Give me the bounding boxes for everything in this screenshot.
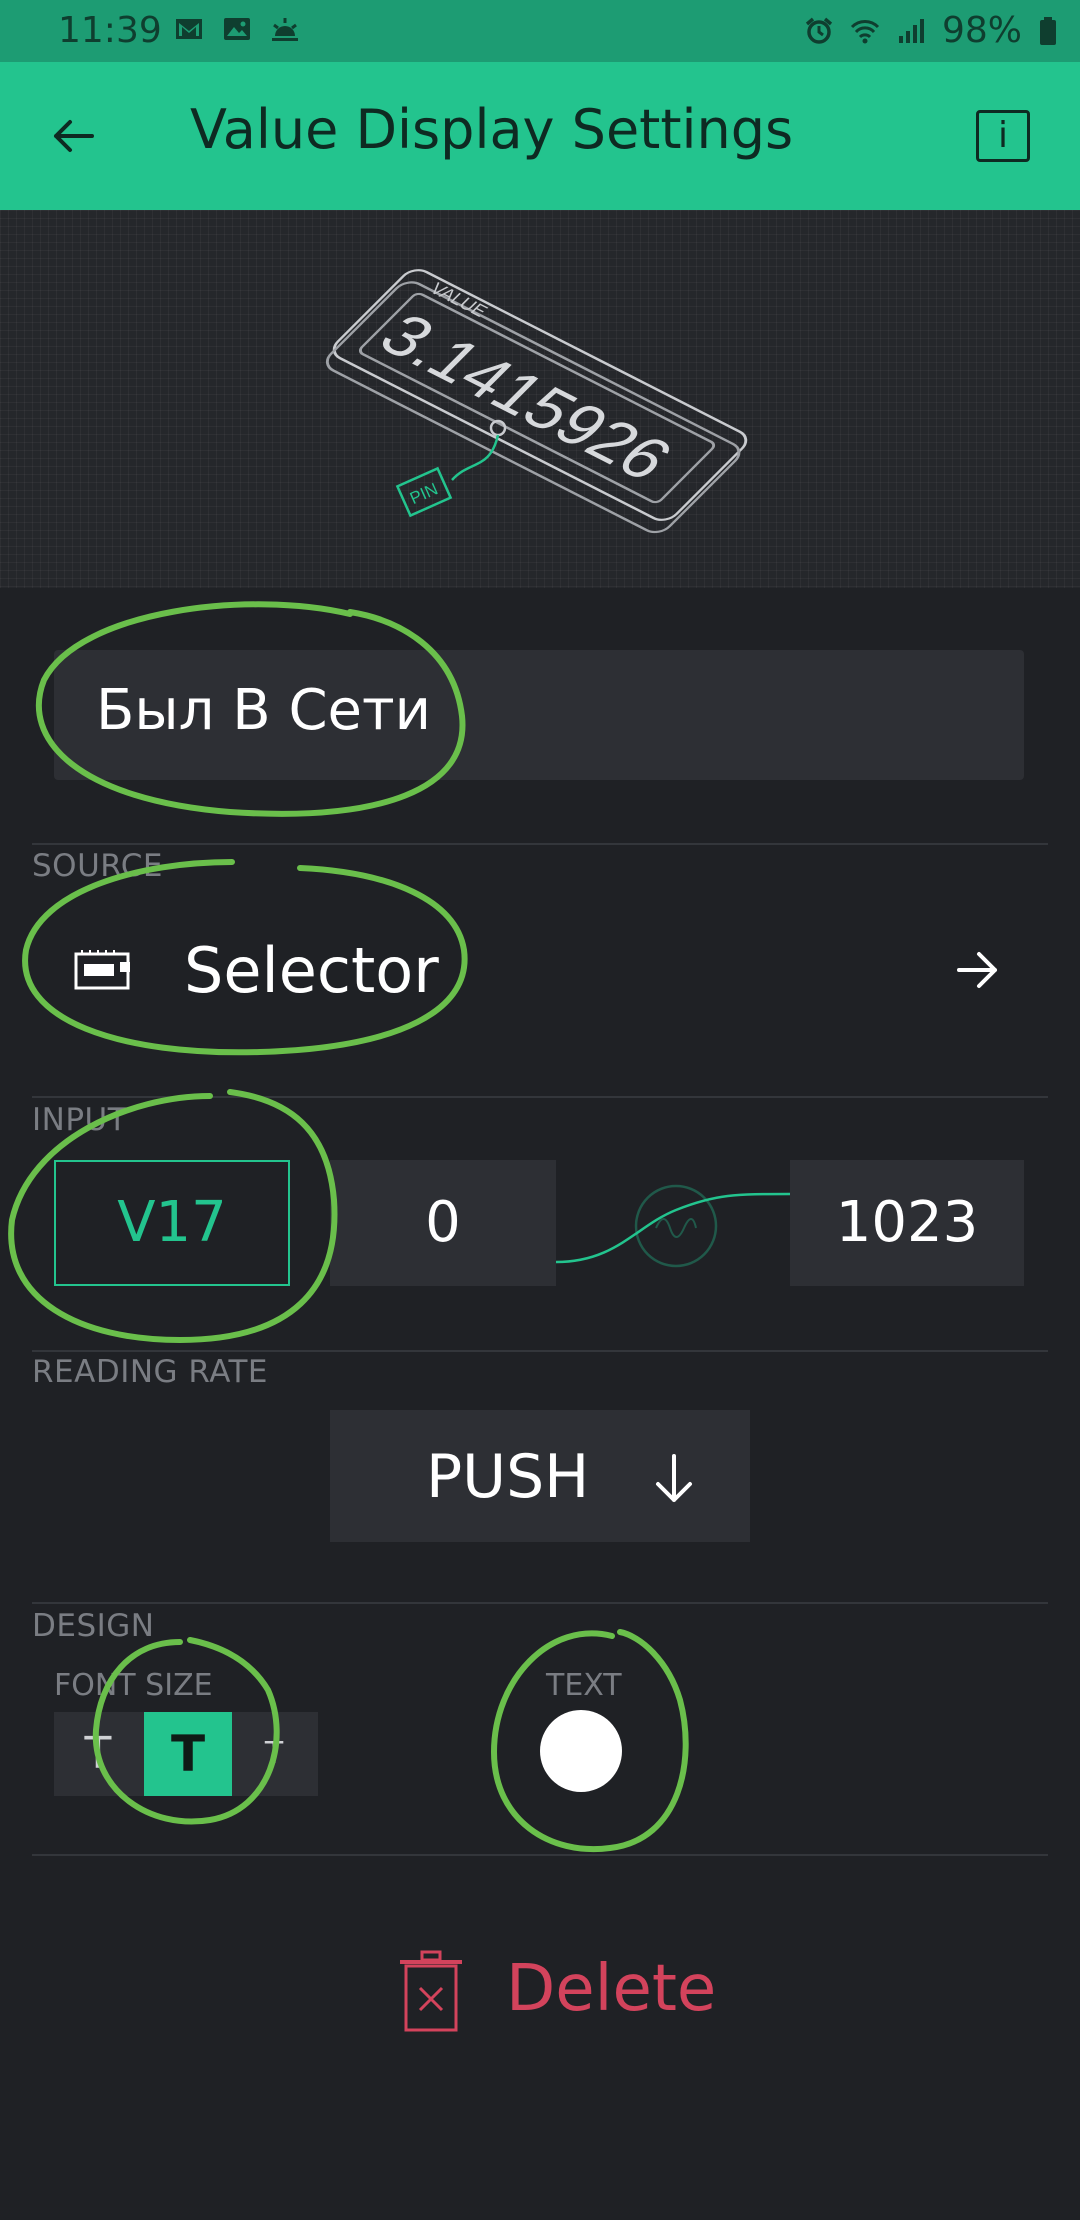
reading-rate-section-label: READING RATE — [32, 1354, 269, 1390]
widget-name-value: Был В Сети — [96, 678, 432, 743]
battery-icon — [1040, 16, 1056, 45]
font-size-small-option[interactable]: T — [54, 1712, 142, 1796]
mapping-curve-icon — [556, 1184, 790, 1268]
input-min-field[interactable]: 0 — [330, 1160, 556, 1286]
battery-percentage: 98% — [941, 10, 1022, 51]
widget-preview: VALUE 3.1415926 PIN — [0, 210, 1080, 588]
arrow-right-icon — [957, 952, 997, 988]
font-size-medium-option[interactable]: T — [144, 1712, 232, 1796]
input-section-label: INPUT — [32, 1102, 128, 1138]
alarm-icon — [805, 17, 833, 44]
wifi-icon — [850, 19, 880, 43]
image-icon — [224, 18, 250, 40]
reading-rate-value: PUSH — [426, 1442, 590, 1512]
page-title: Value Display Settings — [190, 98, 794, 161]
weather-icon — [272, 18, 298, 41]
divider — [32, 1350, 1048, 1352]
info-button[interactable]: i — [976, 110, 1030, 162]
font-size-selector: T T T — [54, 1712, 318, 1796]
gmail-icon — [176, 19, 202, 39]
text-color-label: TEXT — [546, 1668, 622, 1703]
font-size-large-option[interactable]: T — [230, 1712, 318, 1796]
source-section-label: SOURCE — [32, 848, 163, 884]
status-bar: 11:39 98% — [0, 0, 1080, 62]
delete-label: Delete — [506, 1952, 717, 2026]
signal-icon — [898, 18, 924, 43]
design-section-label: DESIGN — [32, 1608, 155, 1644]
reading-rate-dropdown[interactable]: PUSH — [330, 1410, 750, 1542]
status-right-icons: 98% — [804, 10, 1058, 51]
selector-device-icon — [74, 950, 130, 990]
font-size-label: FONT SIZE — [54, 1668, 213, 1703]
arrow-down-icon — [656, 1454, 692, 1502]
app-bar: Value Display Settings i — [0, 62, 1080, 210]
value-display-illustration: VALUE 3.1415926 PIN — [325, 269, 748, 534]
source-selector-row[interactable]: Selector — [0, 900, 1080, 1040]
back-arrow-icon[interactable] — [48, 110, 100, 162]
trash-icon — [400, 1950, 462, 2032]
text-color-swatch[interactable] — [540, 1710, 622, 1792]
input-max-field[interactable]: 1023 — [790, 1160, 1024, 1286]
divider — [32, 1096, 1048, 1098]
virtual-pin-selector[interactable]: V17 — [54, 1160, 290, 1286]
status-time: 11:39 — [58, 10, 162, 51]
divider — [32, 1602, 1048, 1604]
divider — [32, 843, 1048, 845]
source-label: Selector — [184, 934, 439, 1007]
divider — [32, 1854, 1048, 1856]
delete-button[interactable]: Delete — [398, 1946, 718, 2046]
widget-name-input[interactable]: Был В Сети — [54, 650, 1024, 780]
status-left-icons — [174, 14, 300, 44]
